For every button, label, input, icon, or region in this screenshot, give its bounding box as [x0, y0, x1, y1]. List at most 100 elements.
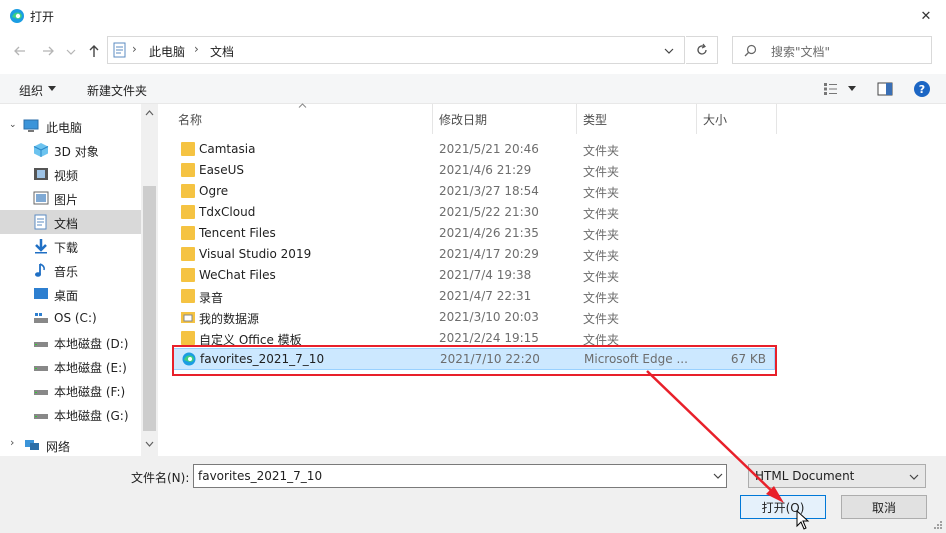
column-divider[interactable]	[576, 104, 577, 134]
nav-item-drive-d[interactable]: 本地磁盘 (D:)	[0, 330, 141, 354]
chevron-right-icon[interactable]: ›	[10, 436, 14, 449]
file-type: 文件夹	[583, 291, 620, 305]
filename-label: 文件名(N):	[131, 471, 190, 485]
nav-item-music[interactable]: 音乐	[0, 258, 141, 282]
up-button[interactable]	[84, 40, 104, 62]
file-type: 文件夹	[583, 144, 620, 158]
nav-item-label: 图片	[54, 193, 79, 207]
column-divider[interactable]	[696, 104, 697, 134]
file-date: 2021/3/27 18:54	[439, 184, 539, 198]
nav-item-this-pc[interactable]: ⌄ 此电脑	[0, 114, 141, 138]
nav-item-desktop[interactable]: 桌面	[0, 282, 141, 306]
organize-button[interactable]: 组织	[19, 82, 43, 99]
nav-item-drive-f[interactable]: 本地磁盘 (F:)	[0, 378, 141, 402]
file-row[interactable]: 我的数据源 2021/3/10 20:03 文件夹	[172, 307, 775, 328]
file-row[interactable]: WeChat Files 2021/7/4 19:38 文件夹	[172, 265, 775, 286]
folder-icon	[181, 289, 195, 303]
column-divider[interactable]	[432, 104, 433, 134]
filename-dropdown-button[interactable]	[710, 465, 726, 487]
folder-icon	[181, 247, 195, 261]
folder-icon	[181, 268, 195, 282]
address-bar[interactable]: › 此电脑 › 文档	[107, 36, 685, 64]
nav-item-drive-e[interactable]: 本地磁盘 (E:)	[0, 354, 141, 378]
desktop-icon	[34, 288, 48, 299]
cube-icon	[33, 143, 49, 157]
column-divider[interactable]	[776, 104, 777, 134]
breadcrumb-documents[interactable]: 文档	[210, 43, 234, 60]
file-row[interactable]: Ogre 2021/3/27 18:54 文件夹	[172, 181, 775, 202]
new-folder-button[interactable]: 新建文件夹	[87, 82, 147, 99]
search-placeholder: 搜索"文档"	[771, 45, 831, 59]
file-name: TdxCloud	[199, 205, 256, 219]
cancel-button[interactable]: 取消	[841, 495, 927, 519]
nav-item-3d-objects[interactable]: 3D 对象	[0, 138, 141, 162]
nav-scrollbar[interactable]	[141, 104, 158, 456]
arrow-left-icon	[14, 46, 25, 56]
resize-grip[interactable]	[932, 519, 944, 531]
nav-item-documents[interactable]: 文档	[0, 210, 141, 234]
back-button[interactable]	[10, 40, 30, 62]
help-icon[interactable]: ?	[914, 81, 930, 97]
filename-value: favorites_2021_7_10	[198, 469, 323, 483]
nav-item-label: OS (C:)	[54, 311, 97, 325]
file-row[interactable]: 录音 2021/4/7 22:31 文件夹	[172, 286, 775, 307]
network-icon	[25, 440, 39, 450]
video-icon	[34, 168, 48, 180]
nav-scroll-thumb[interactable]	[143, 186, 156, 431]
caret-down-icon	[48, 86, 56, 91]
nav-item-label: 桌面	[54, 289, 79, 303]
nav-item-label: 音乐	[54, 265, 79, 279]
document-icon	[34, 214, 47, 230]
chevron-down-icon[interactable]: ⌄	[9, 120, 17, 130]
music-icon	[35, 263, 45, 277]
nav-item-label: 本地磁盘 (F:)	[54, 385, 126, 399]
close-button[interactable]: ✕	[906, 0, 946, 32]
file-row[interactable]: EaseUS 2021/4/6 21:29 文件夹	[172, 160, 775, 181]
nav-item-network[interactable]: › 网络	[0, 433, 141, 457]
nav-item-drive-g[interactable]: 本地磁盘 (G:)	[0, 402, 141, 426]
column-header-size[interactable]: 大小	[703, 104, 727, 134]
preview-pane-icon[interactable]	[877, 82, 893, 96]
file-row[interactable]: TdxCloud 2021/5/22 21:30 文件夹	[172, 202, 775, 223]
filetype-select[interactable]: HTML Document	[748, 464, 926, 488]
search-input[interactable]: 搜索"文档"	[732, 36, 932, 64]
filename-input[interactable]: favorites_2021_7_10	[193, 464, 727, 488]
chevron-down-icon[interactable]	[663, 45, 675, 57]
document-folder-icon	[113, 42, 126, 58]
column-header-name[interactable]: 名称	[178, 104, 202, 134]
column-header-date[interactable]: 修改日期	[439, 104, 487, 134]
scroll-down-icon[interactable]	[145, 441, 154, 447]
arrow-right-icon	[43, 46, 54, 56]
file-row[interactable]: Tencent Files 2021/4/26 21:35 文件夹	[172, 223, 775, 244]
nav-item-videos[interactable]: 视频	[0, 162, 141, 186]
cancel-button-label: 取消	[871, 500, 896, 515]
open-button[interactable]: 打开(O)	[740, 495, 826, 519]
view-options-icon[interactable]	[823, 82, 839, 96]
search-icon	[744, 44, 757, 57]
file-name: Camtasia	[199, 142, 256, 156]
nav-item-drive-c[interactable]: OS (C:)	[0, 306, 141, 330]
folder-icon	[181, 184, 195, 198]
recent-locations-button[interactable]	[64, 40, 78, 62]
caret-down-icon[interactable]	[848, 86, 856, 92]
file-type: 文件夹	[583, 270, 620, 284]
file-name: EaseUS	[199, 163, 244, 177]
refresh-button[interactable]	[686, 36, 718, 64]
breadcrumb-this-pc[interactable]: 此电脑	[149, 43, 185, 60]
filetype-value: HTML Document	[755, 469, 855, 483]
drive-icon	[34, 313, 48, 323]
forward-button[interactable]	[38, 40, 58, 62]
column-header-type[interactable]: 类型	[583, 104, 607, 134]
drive-icon	[34, 414, 48, 419]
toolbar: 组织 新建文件夹 ?	[0, 74, 946, 104]
file-row[interactable]: Camtasia 2021/5/21 20:46 文件夹	[172, 139, 775, 160]
file-type: 文件夹	[583, 207, 620, 221]
nav-item-label: 文档	[54, 217, 79, 231]
scroll-up-icon[interactable]	[145, 110, 154, 116]
file-row[interactable]: Visual Studio 2019 2021/4/17 20:29 文件夹	[172, 244, 775, 265]
file-name: Tencent Files	[199, 226, 276, 240]
nav-item-pictures[interactable]: 图片	[0, 186, 141, 210]
file-name: Ogre	[199, 184, 229, 198]
nav-item-downloads[interactable]: 下载	[0, 234, 141, 258]
breadcrumb-separator-icon: ›	[194, 42, 199, 56]
